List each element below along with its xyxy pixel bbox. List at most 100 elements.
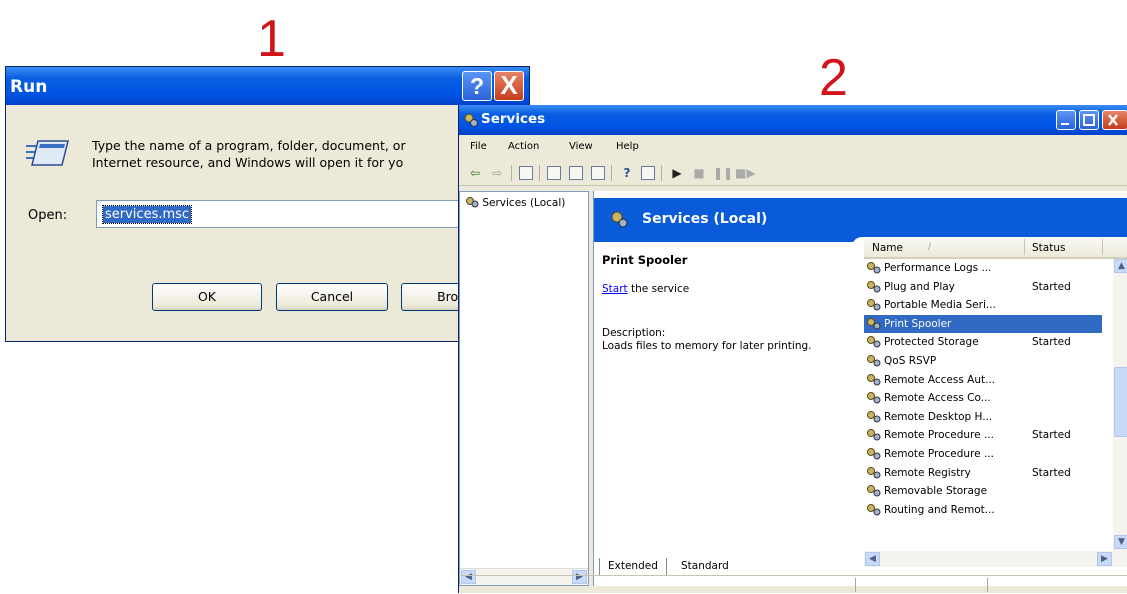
service-gear-icon	[867, 336, 881, 348]
scroll-thumb[interactable]	[1114, 367, 1127, 437]
service-gear-icon	[867, 262, 881, 274]
run-program-icon	[26, 140, 69, 166]
tree-pane: Services (Local) ◀ ▶	[459, 191, 589, 586]
service-gear-icon	[867, 280, 881, 293]
services-close-button[interactable]	[1102, 110, 1127, 130]
show-hide-tree-icon[interactable]	[519, 166, 533, 180]
service-name: Remote Desktop H...	[884, 410, 993, 423]
services-window: Services File Action View Help ⇦ ⇨ ? ▶ ■…	[458, 105, 1127, 593]
export-list-icon[interactable]	[591, 166, 605, 180]
maximize-button[interactable]	[1079, 110, 1099, 130]
table-row[interactable]: Protected Storage Started	[864, 333, 1102, 351]
minimize-icon	[1061, 123, 1069, 125]
menu-bar: File Action View Help	[459, 139, 1127, 157]
minimize-button[interactable]	[1056, 110, 1076, 130]
table-row[interactable]: Plug and Play Started	[864, 278, 1102, 296]
status-bar	[459, 575, 1127, 594]
table-row[interactable]: Removable Storage	[864, 482, 1102, 500]
scroll-down-icon[interactable]: ▼	[1114, 535, 1127, 549]
table-row[interactable]: Remote Access Aut...	[864, 371, 1102, 389]
menu-view[interactable]: View	[569, 141, 593, 152]
column-header-name[interactable]: Name	[872, 242, 903, 254]
service-name: Remote Access Aut...	[884, 373, 996, 386]
detail-header-title: Services (Local)	[642, 211, 768, 227]
restart-icon[interactable]: ■▶	[735, 165, 756, 181]
service-gear-icon	[867, 373, 881, 386]
table-row[interactable]: Remote Access Co...	[864, 389, 1102, 407]
service-gear-icon	[867, 503, 881, 516]
service-name: Remote Procedure ...	[884, 429, 994, 442]
service-gear-icon	[867, 410, 881, 423]
table-row[interactable]: Routing and Remot...	[864, 501, 1102, 519]
back-arrow-icon[interactable]: ⇦	[467, 165, 483, 181]
table-row[interactable]: Performance Logs ...	[864, 259, 1102, 277]
service-name: Remote Registry	[884, 466, 971, 479]
table-row[interactable]: Print Spooler	[864, 314, 1102, 333]
menu-file[interactable]: File	[470, 141, 487, 152]
column-divider[interactable]	[1102, 239, 1103, 255]
column-header-status[interactable]: Status	[1032, 242, 1065, 254]
cancel-button[interactable]: Cancel	[276, 283, 388, 311]
tree-item-label: Services (Local)	[482, 197, 566, 209]
step-number-1: 1	[257, 10, 286, 68]
table-row[interactable]: QoS RSVP	[864, 352, 1102, 370]
service-status: Started	[1032, 336, 1071, 349]
service-status: Started	[1032, 429, 1071, 442]
toolbar-separator	[511, 165, 512, 181]
run-dialog: Run ? X Type the name of a program, fold…	[5, 66, 546, 342]
close-button[interactable]: X	[494, 71, 524, 101]
sort-ascending-icon: /	[928, 242, 932, 252]
start-service-line: Start the service	[602, 283, 689, 295]
service-name: Routing and Remot...	[884, 503, 995, 516]
stop-icon[interactable]: ■	[691, 165, 707, 181]
status-divider	[855, 578, 856, 592]
table-row[interactable]: Remote Procedure ...	[864, 445, 1102, 463]
open-label: Open:	[28, 208, 68, 223]
menu-help[interactable]: Help	[616, 141, 639, 152]
detail-header: Services (Local)	[594, 197, 1127, 242]
service-gear-icon	[867, 392, 881, 404]
tab-extended[interactable]: Extended	[599, 558, 667, 576]
table-row[interactable]: Portable Media Seri...	[864, 296, 1102, 314]
service-name: Protected Storage	[884, 336, 979, 349]
start-service-link[interactable]: Start	[602, 283, 628, 295]
pause-icon[interactable]: ❚❚	[713, 165, 733, 181]
service-name: Print Spooler	[884, 317, 952, 330]
service-name: Remote Access Co...	[884, 392, 991, 405]
tree-item-services-local[interactable]: Services (Local)	[465, 196, 565, 209]
status-divider	[987, 578, 988, 592]
step-number-2: 2	[819, 49, 848, 107]
table-row[interactable]: Remote Desktop H...	[864, 408, 1102, 426]
refresh-icon[interactable]	[569, 166, 583, 180]
menu-action[interactable]: Action	[508, 141, 539, 152]
service-name: Performance Logs ...	[884, 262, 992, 274]
forward-arrow-icon[interactable]: ⇨	[489, 165, 505, 181]
description-text: Loads files to memory for later printing…	[602, 340, 812, 352]
table-row[interactable]: Remote Procedure ... Started	[864, 426, 1102, 444]
service-gear-icon	[867, 355, 881, 367]
run-prompt-line1: Type the name of a program, folder, docu…	[92, 138, 406, 153]
run-prompt-line2: Internet resource, and Windows will open…	[92, 155, 404, 170]
services-titlebar[interactable]: Services	[459, 105, 1127, 135]
play-icon[interactable]: ▶	[669, 165, 685, 181]
start-service-suffix: the service	[627, 283, 690, 295]
help-question-icon[interactable]: ?	[619, 165, 635, 181]
properties-icon[interactable]	[547, 166, 561, 180]
table-row[interactable]: Remote Registry Started	[864, 464, 1102, 482]
services-gear-icon	[464, 113, 478, 127]
close-x-icon	[1108, 114, 1118, 126]
services-gear-icon	[611, 211, 628, 228]
service-name: Removable Storage	[884, 485, 988, 498]
help-button[interactable]: ?	[462, 71, 492, 101]
scroll-up-icon[interactable]: ▲	[1114, 259, 1127, 273]
ok-button[interactable]: OK	[152, 283, 262, 311]
list-header: Name / Status	[864, 237, 1127, 259]
console-icon[interactable]	[641, 166, 655, 180]
list-vertical-scrollbar[interactable]: ▲ ▼	[1113, 259, 1127, 551]
service-gear-icon	[867, 317, 881, 330]
tab-standard[interactable]: Standard	[673, 558, 737, 576]
run-titlebar[interactable]: Run ? X	[6, 67, 529, 105]
services-gear-icon	[466, 197, 479, 208]
column-divider[interactable]	[1024, 239, 1025, 255]
service-status: Started	[1032, 280, 1071, 293]
